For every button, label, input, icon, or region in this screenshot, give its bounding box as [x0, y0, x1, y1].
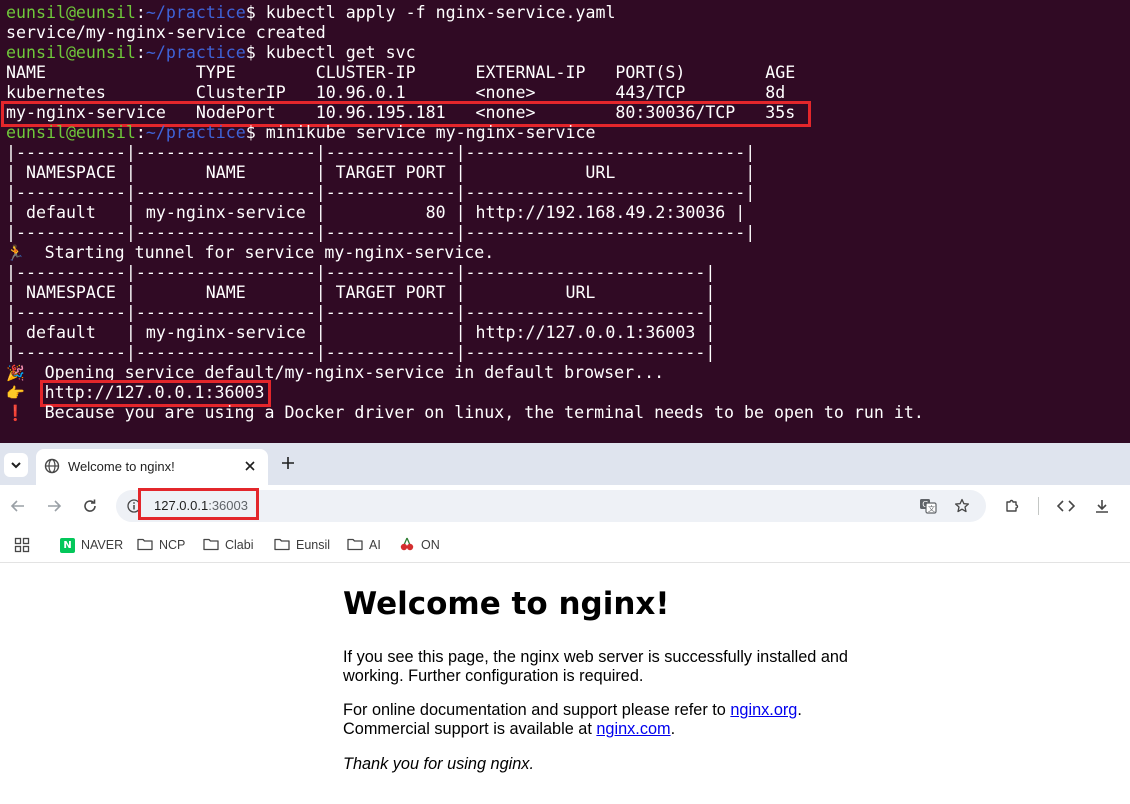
prompt-user: eunsil@eunsil: [6, 43, 136, 62]
bookmark-ai[interactable]: AI: [347, 535, 381, 555]
party-popper-icon: 🎉: [6, 364, 25, 382]
folder-icon: [274, 537, 290, 554]
exclamation-icon: ❗: [6, 404, 25, 422]
tunnel-table-header: | NAMESPACE | NAME | TARGET PORT | URL |: [6, 283, 716, 302]
nginx-org-link[interactable]: nginx.org: [730, 701, 797, 719]
highlight-box-address: [138, 488, 259, 520]
svc-row-kubernetes: kubernetes ClusterIP 10.96.0.1 <none> 44…: [6, 83, 786, 102]
bookmark-on[interactable]: ON: [399, 535, 440, 555]
terminal-line: ❗ Because you are using a Docker driver …: [6, 403, 924, 423]
nginx-com-link[interactable]: nginx.com: [596, 720, 670, 738]
bookmarks-bar: N NAVER NCP Clabi Eunsil AI ON: [0, 527, 1130, 563]
browser-tab-strip: Welcome to nginx!: [0, 443, 1130, 485]
terminal-line: eunsil@eunsil:~/practice$ minikube servi…: [6, 123, 595, 143]
folder-icon: [347, 537, 363, 554]
intro-line: If you see this page, the nginx web serv…: [343, 648, 848, 666]
close-icon[interactable]: [242, 458, 258, 474]
page-title: Welcome to nginx!: [343, 586, 670, 622]
prompt-separator: :: [135, 3, 146, 22]
support-text: Commercial support is available at: [343, 720, 597, 738]
bookmark-label: NCP: [159, 538, 186, 552]
tab-welcome-to-nginx[interactable]: Welcome to nginx!: [36, 449, 268, 485]
table-border: |-----------|------------------|--------…: [6, 183, 756, 202]
plus-icon[interactable]: [278, 453, 298, 473]
tunnel-table-row: | default | my-nginx-service | | http://…: [6, 323, 716, 342]
bookmark-label: NAVER: [81, 538, 124, 552]
toolbar-divider: [1038, 497, 1039, 515]
docs-period: .: [797, 701, 802, 719]
table-border: |-----------|------------------|--------…: [6, 303, 716, 322]
cherry-icon: [399, 536, 415, 555]
table-border: |-----------|------------------|--------…: [6, 343, 716, 362]
intro-line: working. Further configuration is requir…: [343, 667, 644, 685]
terminal-line: eunsil@eunsil:~/practice$ kubectl get sv…: [6, 43, 416, 63]
apps-grid-icon[interactable]: [12, 535, 32, 555]
bookmark-eunsil[interactable]: Eunsil: [274, 535, 330, 555]
puzzle-icon[interactable]: [1002, 496, 1022, 516]
tunnel-message: Starting tunnel for service my-nginx-ser…: [44, 243, 495, 262]
back-arrow-icon[interactable]: [8, 496, 28, 516]
forward-arrow-icon[interactable]: [44, 496, 64, 516]
naver-logo-icon: N: [60, 537, 75, 553]
command-text: minikube service my-nginx-service: [265, 123, 596, 142]
docker-warning-message: Because you are using a Docker driver on…: [44, 403, 924, 422]
star-icon[interactable]: [952, 496, 972, 516]
prompt-path: ~/practice: [145, 3, 246, 22]
service-table-header: | NAMESPACE | NAME | TARGET PORT | URL |: [6, 163, 756, 182]
thanks-text: Thank you for using nginx.: [343, 755, 534, 773]
service-table-row: | default | my-nginx-service | 80 | http…: [6, 203, 746, 222]
prompt-user: eunsil@eunsil: [6, 123, 136, 142]
bookmark-label: ON: [421, 538, 440, 552]
command-text: kubectl apply -f nginx-service.yaml: [265, 3, 616, 22]
bookmark-clabi[interactable]: Clabi: [203, 535, 254, 555]
prompt-path: ~/practice: [145, 123, 246, 142]
table-border: |-----------|------------------|--------…: [6, 223, 756, 242]
table-border: |-----------|------------------|--------…: [6, 143, 756, 162]
prompt-separator: :: [135, 123, 146, 142]
browser-toolbar: 127.0.0.1:36003 G文: [0, 485, 1130, 527]
terminal-line: 🏃 Starting tunnel for service my-nginx-s…: [6, 243, 494, 263]
docs-line: For online documentation and support ple…: [343, 701, 802, 720]
intro-paragraph: If you see this page, the nginx web serv…: [343, 648, 848, 686]
translate-icon[interactable]: G文: [918, 496, 938, 516]
prompt-dollar: $: [245, 3, 256, 22]
docs-text: For online documentation and support ple…: [343, 701, 731, 719]
pointing-hand-icon: 👉: [6, 384, 25, 402]
folder-icon: [203, 537, 219, 554]
bookmark-label: AI: [369, 538, 381, 552]
folder-icon: [137, 537, 153, 554]
support-period: .: [670, 720, 676, 738]
page-content: Welcome to nginx! If you see this page, …: [0, 564, 1130, 804]
bookmark-label: Eunsil: [296, 538, 331, 552]
bookmark-ncp[interactable]: NCP: [137, 535, 185, 555]
command-text: kubectl get svc: [265, 43, 416, 62]
prompt-dollar: $: [245, 123, 256, 142]
svc-table-header: NAME TYPE CLUSTER-IP EXTERNAL-IP PORT(S)…: [6, 63, 796, 82]
support-line: Commercial support is available at nginx…: [343, 720, 802, 739]
reload-icon[interactable]: [80, 496, 100, 516]
table-border: |-----------|------------------|--------…: [6, 263, 716, 282]
output-line: service/my-nginx-service created: [6, 23, 326, 42]
code-icon[interactable]: [1055, 496, 1077, 516]
prompt-dollar: $: [245, 43, 256, 62]
docs-paragraph: For online documentation and support ple…: [343, 701, 802, 739]
terminal-window[interactable]: eunsil@eunsil:~/practice$ kubectl apply …: [0, 0, 1130, 443]
svg-text:文: 文: [928, 504, 935, 513]
prompt-separator: :: [135, 43, 146, 62]
chevron-down-icon[interactable]: [4, 453, 28, 477]
tab-title: Welcome to nginx!: [68, 459, 175, 474]
bookmark-label: Clabi: [225, 538, 254, 552]
terminal-line: eunsil@eunsil:~/practice$ kubectl apply …: [6, 3, 615, 23]
running-icon: 🏃: [6, 244, 25, 262]
globe-icon: [44, 458, 60, 474]
bookmark-naver[interactable]: N NAVER: [60, 535, 123, 555]
download-icon[interactable]: [1092, 496, 1112, 516]
prompt-user: eunsil@eunsil: [6, 3, 136, 22]
prompt-path: ~/practice: [145, 43, 246, 62]
